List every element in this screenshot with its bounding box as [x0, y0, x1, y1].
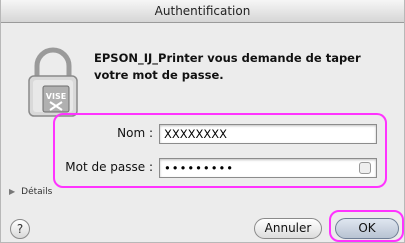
password-label: Mot de passe : [65, 160, 153, 174]
cancel-button[interactable]: Annuler [254, 218, 322, 239]
disclosure-triangle-icon: ▶ [9, 187, 16, 196]
authentication-window: Authentification VISE EPSON_IJ_Printer v… [0, 0, 405, 243]
name-field[interactable]: XXXXXXXX [159, 124, 377, 144]
details-disclosure[interactable]: ▶ Détails [9, 187, 52, 197]
password-value: ••••••••• [164, 161, 235, 175]
lock-badge: VISE [46, 92, 66, 101]
password-field[interactable]: ••••••••• [159, 158, 377, 178]
window-title: Authentification [1, 0, 404, 23]
keychain-icon [359, 162, 371, 174]
details-label: Détails [21, 187, 53, 197]
name-label: Nom : [117, 126, 153, 140]
lock-icon: VISE [28, 47, 78, 117]
help-button[interactable]: ? [10, 219, 30, 239]
prompt-message: EPSON_IJ_Printer vous demande de taper v… [94, 51, 361, 82]
credentials-group: Nom : XXXXXXXX Mot de passe : ••••••••• [53, 113, 387, 188]
ok-button[interactable]: OK [335, 218, 399, 239]
